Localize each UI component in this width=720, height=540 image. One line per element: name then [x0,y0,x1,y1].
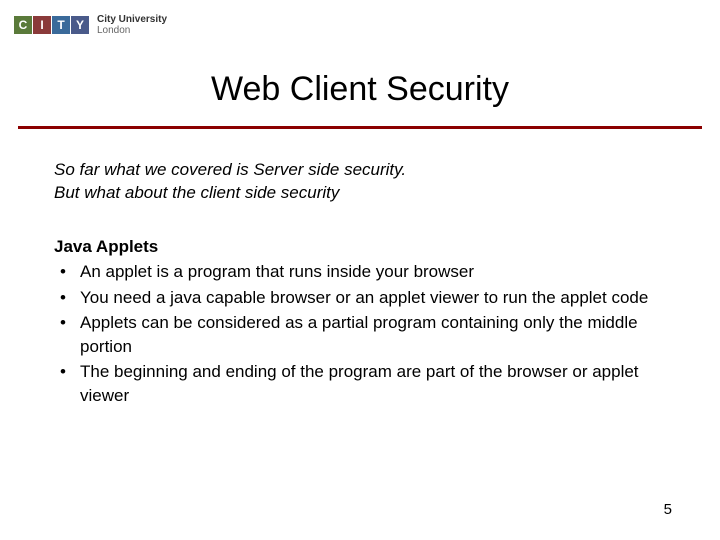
intro-block: So far what we covered is Server side se… [54,158,666,205]
logo-letter: I [33,16,51,34]
list-item: You need a java capable browser or an ap… [80,286,666,309]
logo-letter-boxes: C I T Y [14,16,89,34]
slide-body: So far what we covered is Server side se… [54,158,666,409]
section-subhead: Java Applets [54,235,666,258]
logo-letter: Y [71,16,89,34]
page-number: 5 [664,501,672,518]
university-logo: C I T Y City University London [14,14,167,36]
logo-university-sub: London [97,25,130,36]
logo-letter: T [52,16,70,34]
intro-line: So far what we covered is Server side se… [54,158,666,181]
title-divider [18,126,702,129]
bullet-list: An applet is a program that runs inside … [54,260,666,407]
list-item: An applet is a program that runs inside … [80,260,666,283]
logo-university-name: City University [97,14,167,25]
intro-line: But what about the client side security [54,181,666,204]
list-item: The beginning and ending of the program … [80,360,666,407]
list-item: Applets can be considered as a partial p… [80,311,666,358]
logo-text: City University London [97,14,167,36]
slide-title: Web Client Security [0,72,720,106]
logo-letter: C [14,16,32,34]
